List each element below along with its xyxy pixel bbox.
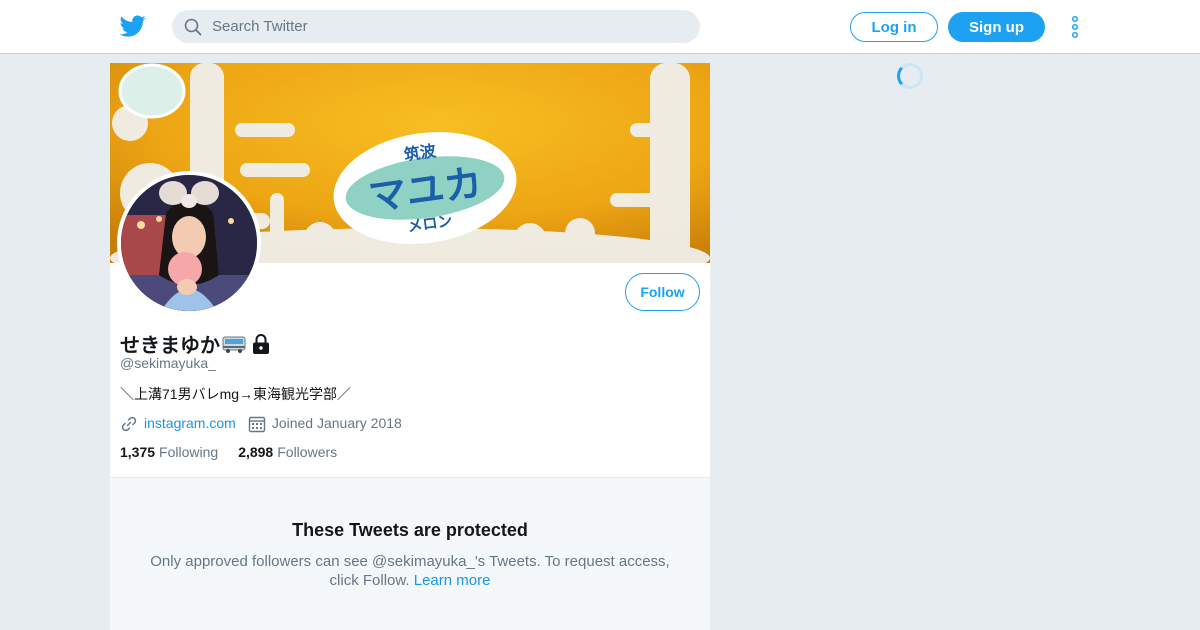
lock-icon xyxy=(251,333,271,355)
search-icon xyxy=(184,18,202,36)
joined-date: Joined January 2018 xyxy=(271,415,402,431)
top-nav: Log in Sign up xyxy=(0,0,1200,54)
protected-tweets-notice: These Tweets are protected Only approved… xyxy=(110,477,710,630)
avatar[interactable] xyxy=(117,171,261,315)
followers-stat[interactable]: 2,898 Followers xyxy=(238,444,337,460)
protected-body: Only approved followers can see @sekimay… xyxy=(140,552,680,590)
more-vertical-icon[interactable] xyxy=(1066,15,1084,39)
following-count: 1,375 xyxy=(120,444,156,460)
followers-count: 2,898 xyxy=(238,444,274,460)
display-name: せきまゆか xyxy=(120,335,220,357)
protected-body-line1: Only approved followers can see @sekimay… xyxy=(150,553,670,570)
follow-button[interactable]: Follow xyxy=(625,273,700,311)
search-box[interactable] xyxy=(172,10,700,43)
login-button[interactable]: Log in xyxy=(850,12,938,42)
followers-label: Followers xyxy=(277,444,338,460)
search-input[interactable] xyxy=(212,18,682,35)
profile-handle: @sekimayuka_ xyxy=(120,355,216,371)
bus-emoji-icon xyxy=(222,334,246,354)
profile-stats: 1,375 Following 2,898 Followers xyxy=(120,444,357,460)
learn-more-link[interactable]: Learn more xyxy=(414,572,491,589)
following-stat[interactable]: 1,375 Following xyxy=(120,444,218,460)
link-icon xyxy=(120,415,138,433)
protected-title: These Tweets are protected xyxy=(292,520,528,540)
profile-meta: instagram.com Joined January 2018 xyxy=(120,413,402,433)
profile-name-row: せきまゆか xyxy=(120,329,271,358)
twitter-bird-icon[interactable] xyxy=(119,13,146,39)
protected-body-line2: click Follow. xyxy=(329,572,410,589)
profile-bio: ＼上溝71男バレmg→東海観光学部／ xyxy=(120,386,352,402)
loading-spinner xyxy=(897,63,923,89)
following-label: Following xyxy=(159,444,219,460)
signup-button[interactable]: Sign up xyxy=(948,12,1045,42)
website-link[interactable]: instagram.com xyxy=(144,415,236,431)
calendar-icon xyxy=(248,415,266,433)
profile-card: 筑波 マユカ メロン Follow せきまゆか @sekimayuka_ ＼上溝… xyxy=(110,63,710,630)
